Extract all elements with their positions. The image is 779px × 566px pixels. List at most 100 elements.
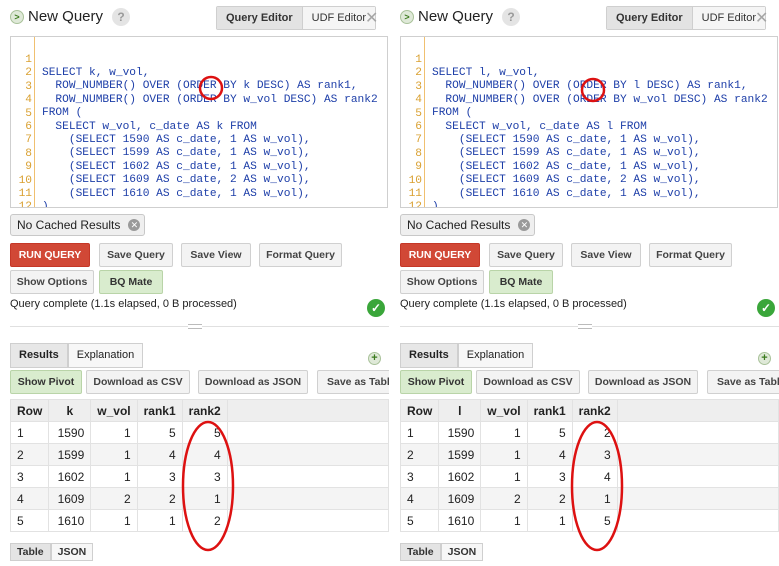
header-w-vol[interactable]: w_vol (90, 399, 138, 422)
close-icon[interactable]: ✕ (755, 8, 768, 28)
code-line[interactable]: 4 FROM ( (11, 81, 82, 119)
header-rank1[interactable]: rank1 (526, 399, 573, 422)
query-status: Query complete (1.1s elapsed, 0 B proces… (400, 298, 627, 310)
header-rank2[interactable]: rank2 (571, 399, 618, 422)
code-line[interactable]: 2 ROW_NUMBER() OVER (ORDER BY k DESC) AS… (11, 54, 357, 92)
resize-handle[interactable] (578, 324, 592, 329)
tab-explanation[interactable]: Explanation (457, 343, 534, 368)
show-options-button[interactable]: Show Options (400, 270, 484, 294)
save-as-table-button[interactable]: Save as Table (317, 370, 389, 394)
tab-json[interactable]: JSON (50, 543, 94, 561)
row-number-cell: 4 (399, 487, 440, 510)
code-line[interactable]: 1 SELECT l, w_vol, (401, 41, 539, 79)
download-csv-button[interactable]: Download as CSV (86, 370, 190, 394)
rank1-cell: 4 (526, 443, 573, 466)
tab-table[interactable]: Table (10, 543, 51, 561)
header-k[interactable]: k (48, 399, 92, 422)
save-as-table-button[interactable]: Save as Table (707, 370, 779, 394)
code-line[interactable]: 6 (SELECT 1590 AS c_date, 1 AS w_vol), (11, 108, 310, 146)
help-icon[interactable]: ? (112, 8, 130, 26)
bq-mate-button[interactable]: BQ Mate (489, 270, 553, 294)
show-pivot-button[interactable]: Show Pivot (10, 370, 82, 394)
tab-table[interactable]: Table (400, 543, 441, 561)
help-icon[interactable]: ? (502, 8, 520, 26)
cached-results-label: No Cached Results (407, 218, 511, 232)
tab-query-editor[interactable]: Query Editor (607, 7, 693, 29)
header-row[interactable]: Row (9, 399, 50, 422)
tab-results[interactable]: Results (10, 343, 68, 368)
bq-mate-button[interactable]: BQ Mate (99, 270, 163, 294)
code-line[interactable]: 7 (SELECT 1599 AS c_date, 1 AS w_vol), (11, 121, 310, 159)
code-text: (SELECT 1609 AS c_date, 2 AS w_vol), (432, 174, 701, 187)
code-line[interactable]: 10 (SELECT 1610 AS c_date, 1 AS w_vol), (11, 162, 311, 200)
empty-cell (226, 487, 389, 510)
sql-editor[interactable]: 1 SELECT l, w_vol, 2 ROW_NUMBER() OVER (… (400, 36, 778, 208)
save-query-button[interactable]: Save Query (489, 243, 563, 267)
header-rank2[interactable]: rank2 (181, 399, 228, 422)
code-line[interactable]: 10 (SELECT 1610 AS c_date, 1 AS w_vol), (401, 162, 701, 200)
header-rank1[interactable]: rank1 (136, 399, 183, 422)
save-view-button[interactable]: Save View (181, 243, 251, 267)
format-query-button[interactable]: Format Query (259, 243, 342, 267)
code-line[interactable]: 11 ) (401, 175, 455, 207)
header-empty (226, 399, 389, 422)
query-title: New Query (28, 8, 104, 25)
download-json-button[interactable]: Download as JSON (198, 370, 308, 394)
run-query-button[interactable]: RUN QUERY (10, 243, 90, 267)
code-text: ROW_NUMBER() OVER (ORDER BY k DESC) AS r… (42, 80, 358, 93)
row-number-cell: 3 (9, 465, 50, 488)
code-line[interactable]: 4 FROM ( (401, 81, 472, 119)
header-row[interactable]: Row (399, 399, 440, 422)
code-text: (SELECT 1590 AS c_date, 1 AS w_vol), (42, 134, 311, 146)
code-line[interactable]: 1 SELECT k, w_vol, (11, 41, 149, 79)
code-line[interactable]: 12 ORDER BY 1 (11, 188, 65, 207)
close-icon[interactable]: ✕ (365, 8, 378, 28)
code-line[interactable]: 8 (SELECT 1602 AS c_date, 1 AS w_vol), (401, 135, 700, 173)
code-line[interactable]: 3 ROW_NUMBER() OVER (ORDER BY w_vol DESC… (401, 68, 767, 106)
tab-explanation[interactable]: Explanation (67, 343, 144, 368)
show-options-button[interactable]: Show Options (10, 270, 94, 294)
rank1-cell: 2 (136, 487, 183, 510)
plus-icon[interactable]: + (368, 352, 381, 365)
chip-close-icon[interactable]: ✕ (518, 219, 531, 231)
result-tabs: Results Explanation (400, 343, 534, 368)
tab-results[interactable]: Results (400, 343, 458, 368)
code-line[interactable]: 5 SELECT w_vol, c_date AS l FROM (401, 95, 647, 133)
code-line[interactable]: 8 (SELECT 1602 AS c_date, 1 AS w_vol), (11, 135, 310, 173)
empty-cell (226, 443, 389, 466)
code-line[interactable]: 7 (SELECT 1599 AS c_date, 1 AS w_vol), (401, 121, 700, 159)
tab-query-editor[interactable]: Query Editor (217, 7, 303, 29)
code-line[interactable]: 11 ) (11, 175, 65, 207)
code-line[interactable]: 12 ORDER BY 1 (401, 188, 455, 207)
rank2-cell: 1 (571, 487, 618, 510)
download-json-button[interactable]: Download as JSON (588, 370, 698, 394)
table-row: 4 1609 2 2 1 (9, 487, 389, 510)
show-pivot-button[interactable]: Show Pivot (400, 370, 472, 394)
format-query-button[interactable]: Format Query (649, 243, 732, 267)
expand-icon[interactable]: > (10, 10, 24, 24)
k-cell: 1609 (438, 487, 482, 510)
code-line[interactable]: 2 ROW_NUMBER() OVER (ORDER BY l DESC) AS… (401, 54, 747, 92)
save-view-button[interactable]: Save View (571, 243, 641, 267)
expand-icon[interactable]: > (400, 10, 414, 24)
plus-icon[interactable]: + (758, 352, 771, 365)
save-query-button[interactable]: Save Query (99, 243, 173, 267)
run-query-button[interactable]: RUN QUERY (400, 243, 480, 267)
resize-handle[interactable] (188, 324, 202, 329)
tab-json[interactable]: JSON (440, 543, 484, 561)
code-line[interactable]: 9 (SELECT 1609 AS c_date, 2 AS w_vol), (401, 148, 700, 186)
query-header: > New Query ? Query Editor UDF Editor ✕ (400, 6, 779, 32)
code-line[interactable]: 9 (SELECT 1609 AS c_date, 2 AS w_vol), (11, 148, 310, 186)
code-line[interactable]: 6 (SELECT 1590 AS c_date, 1 AS w_vol), (401, 108, 700, 146)
download-csv-button[interactable]: Download as CSV (476, 370, 580, 394)
header-w-vol[interactable]: w_vol (480, 399, 528, 422)
chip-close-icon[interactable]: ✕ (128, 219, 141, 231)
code-line[interactable]: 3 ROW_NUMBER() OVER (ORDER BY w_vol DESC… (11, 68, 377, 106)
rank2-cell: 3 (181, 465, 228, 488)
sql-editor[interactable]: 1 SELECT k, w_vol, 2 ROW_NUMBER() OVER (… (10, 36, 388, 208)
header-k[interactable]: l (438, 399, 482, 422)
code-line[interactable]: 5 SELECT w_vol, c_date AS k FROM (11, 95, 257, 133)
code-text: (SELECT 1609 AS c_date, 2 AS w_vol), (42, 174, 311, 187)
row-number-cell: 3 (399, 465, 440, 488)
query-title: New Query (418, 8, 494, 25)
